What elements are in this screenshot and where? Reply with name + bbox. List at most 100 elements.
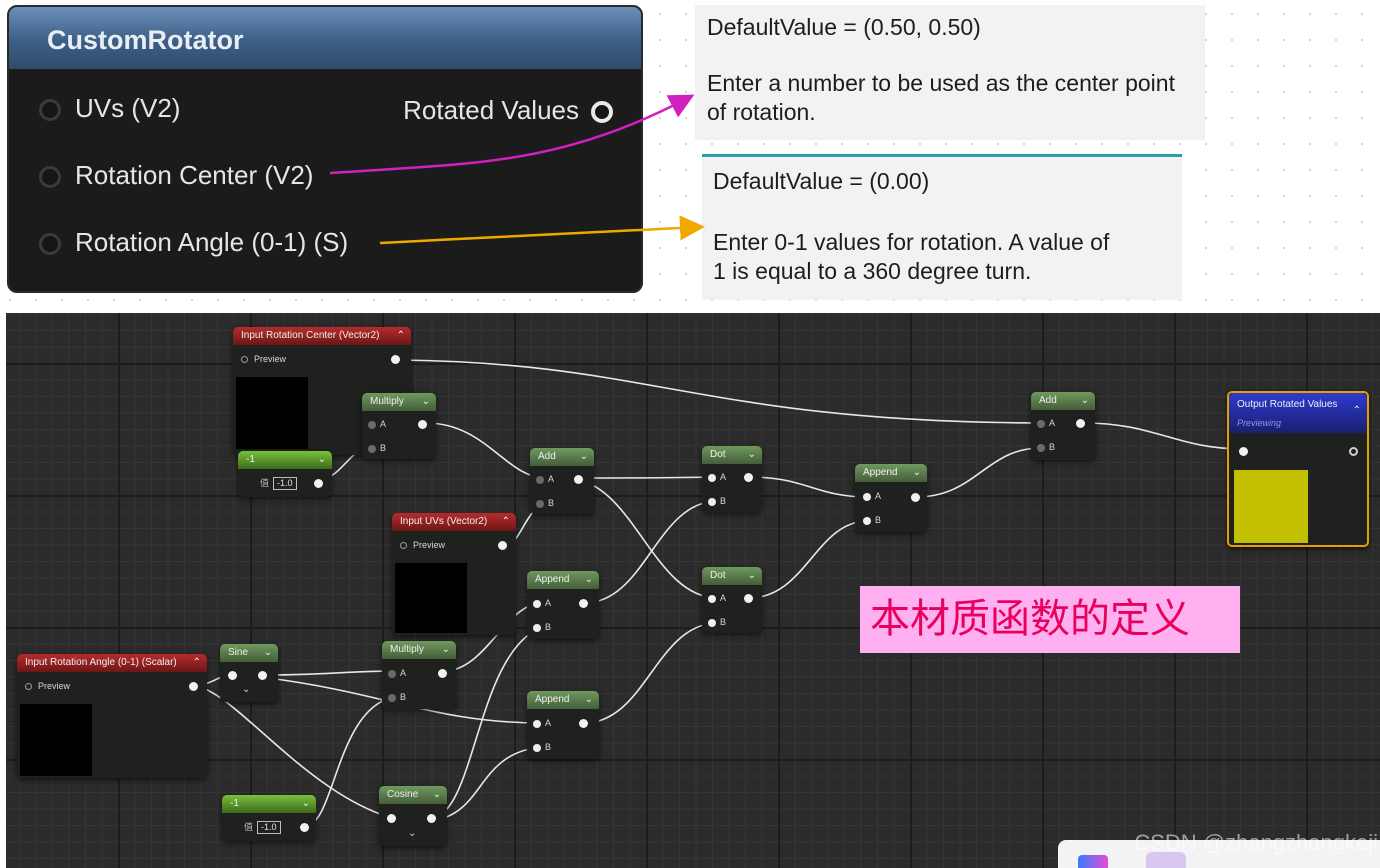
output-pin[interactable] [300, 823, 309, 832]
chevron-down-icon[interactable]: ⌄ [433, 786, 441, 804]
input-pin-icon[interactable] [533, 599, 541, 608]
chevron-down-icon[interactable]: ⌄ [585, 571, 593, 589]
output-pin[interactable] [498, 541, 507, 550]
cosine-node[interactable]: Cosine ⌄ ⌄ [379, 786, 447, 846]
pin-b[interactable]: B [863, 515, 881, 525]
input-pin-icon[interactable] [708, 594, 716, 603]
output-pin[interactable] [427, 814, 436, 823]
dot-node[interactable]: Dot ⌄ A B [702, 446, 762, 512]
preview-label: Preview [38, 681, 71, 691]
input-pin-icon[interactable] [533, 743, 541, 752]
input-pin-icon[interactable] [388, 693, 396, 702]
constant-node[interactable]: -1 ⌄ 值 -1.0 [222, 795, 316, 841]
input-pin-icon[interactable] [368, 420, 376, 429]
collapse-icon[interactable]: ⌃ [1353, 403, 1361, 419]
pin-b[interactable]: B [368, 443, 386, 453]
chevron-down-icon[interactable]: ⌄ [318, 451, 326, 469]
pin-a[interactable]: A [368, 419, 386, 429]
pin-a[interactable]: A [1037, 418, 1055, 428]
chevron-down-icon[interactable]: ⌄ [748, 567, 756, 585]
pin-b[interactable]: B [533, 622, 551, 632]
input-pin-icon[interactable] [708, 473, 716, 482]
collapse-icon[interactable]: ⌃ [193, 654, 201, 672]
output-pin[interactable] [438, 669, 447, 678]
output-pin[interactable] [579, 719, 588, 728]
multiply-node[interactable]: Multiply ⌄ A B [362, 393, 436, 459]
output-pin[interactable] [1349, 447, 1358, 456]
pin-a[interactable]: A [863, 491, 881, 501]
output-pin[interactable] [391, 355, 400, 364]
pin-a[interactable]: A [533, 718, 551, 728]
input-pin-icon[interactable] [536, 499, 544, 508]
input-pin-icon[interactable] [1037, 443, 1045, 452]
input-pin-icon[interactable] [708, 497, 716, 506]
app-icon[interactable] [1078, 855, 1108, 868]
input-pin-icon[interactable] [368, 444, 376, 453]
sine-node[interactable]: Sine ⌄ ⌄ [220, 644, 278, 702]
output-pin[interactable] [744, 473, 753, 482]
constant-node[interactable]: -1 ⌄ 值 -1.0 [238, 451, 332, 497]
output-pin[interactable] [418, 420, 427, 429]
input-rotation-angle-node[interactable]: Input Rotation Angle (0-1) (Scalar) ⌃ Pre… [17, 654, 207, 778]
input-pin-icon[interactable] [388, 669, 396, 678]
output-pin[interactable] [744, 594, 753, 603]
node-title: Cosine [387, 789, 419, 800]
input-pin-icon[interactable] [533, 623, 541, 632]
dot-node[interactable]: Dot ⌄ A B [702, 567, 762, 633]
append-node[interactable]: Append ⌄ A B [527, 571, 599, 639]
output-pin[interactable] [911, 493, 920, 502]
pin-a[interactable]: A [388, 668, 406, 678]
value-row[interactable]: 值 -1.0 [260, 476, 297, 490]
chevron-down-icon[interactable]: ⌄ [422, 393, 430, 411]
add-node[interactable]: Add ⌄ A B [530, 448, 594, 514]
input-pin-icon[interactable] [536, 475, 544, 484]
input-pin[interactable] [1239, 447, 1248, 456]
output-pin[interactable] [314, 479, 323, 488]
collapse-icon[interactable]: ⌃ [397, 327, 405, 345]
output-pin[interactable] [1076, 419, 1085, 428]
pin-b[interactable]: B [536, 498, 554, 508]
chevron-down-icon[interactable]: ⌄ [585, 691, 593, 709]
collapse-icon[interactable]: ⌃ [502, 513, 510, 531]
input-pin[interactable] [387, 814, 396, 823]
output-pin[interactable] [574, 475, 583, 484]
pin-a[interactable]: A [708, 593, 726, 603]
value-row[interactable]: 值 -1.0 [244, 820, 281, 834]
pin-b[interactable]: B [1037, 442, 1055, 452]
chevron-down-icon[interactable]: ⌄ [1081, 392, 1089, 410]
output-pin[interactable] [579, 599, 588, 608]
input-pin-icon[interactable] [863, 492, 871, 501]
output-pin[interactable] [189, 682, 198, 691]
add-node[interactable]: Add ⌄ A B [1031, 392, 1095, 460]
pin-b[interactable]: B [708, 617, 726, 627]
chevron-down-icon[interactable]: ⌄ [748, 446, 756, 464]
pin-b[interactable]: B [533, 742, 551, 752]
node-title: Dot [710, 570, 726, 581]
chevron-down-icon[interactable]: ⌄ [442, 641, 450, 659]
chevron-down-icon[interactable]: ⌄ [242, 684, 250, 695]
pin-a[interactable]: A [708, 472, 726, 482]
input-pin-icon[interactable] [533, 719, 541, 728]
input-pin-icon[interactable] [1037, 419, 1045, 428]
input-uvs-node[interactable]: Input UVs (Vector2) ⌃ Preview [392, 513, 516, 635]
value-input[interactable]: -1.0 [273, 477, 297, 490]
chevron-down-icon[interactable]: ⌄ [913, 464, 921, 482]
input-pin-icon[interactable] [708, 618, 716, 627]
node-header: Multiply ⌄ [362, 393, 436, 411]
chevron-down-icon[interactable]: ⌄ [408, 828, 416, 839]
append-node[interactable]: Append ⌄ A B [855, 464, 927, 532]
pin-a[interactable]: A [533, 598, 551, 608]
pin-a[interactable]: A [536, 474, 554, 484]
append-node[interactable]: Append ⌄ A B [527, 691, 599, 759]
input-pin[interactable] [228, 671, 237, 680]
pin-b[interactable]: B [388, 692, 406, 702]
chevron-down-icon[interactable]: ⌄ [264, 644, 272, 662]
input-pin-icon[interactable] [863, 516, 871, 525]
chevron-down-icon[interactable]: ⌄ [580, 448, 588, 466]
pin-b[interactable]: B [708, 496, 726, 506]
chevron-down-icon[interactable]: ⌄ [302, 795, 310, 813]
output-pin[interactable] [258, 671, 267, 680]
output-rotated-values-node[interactable]: Output Rotated Values Previewing ⌃ [1227, 391, 1369, 547]
multiply-node[interactable]: Multiply ⌄ A B [382, 641, 456, 709]
value-input[interactable]: -1.0 [257, 821, 281, 834]
